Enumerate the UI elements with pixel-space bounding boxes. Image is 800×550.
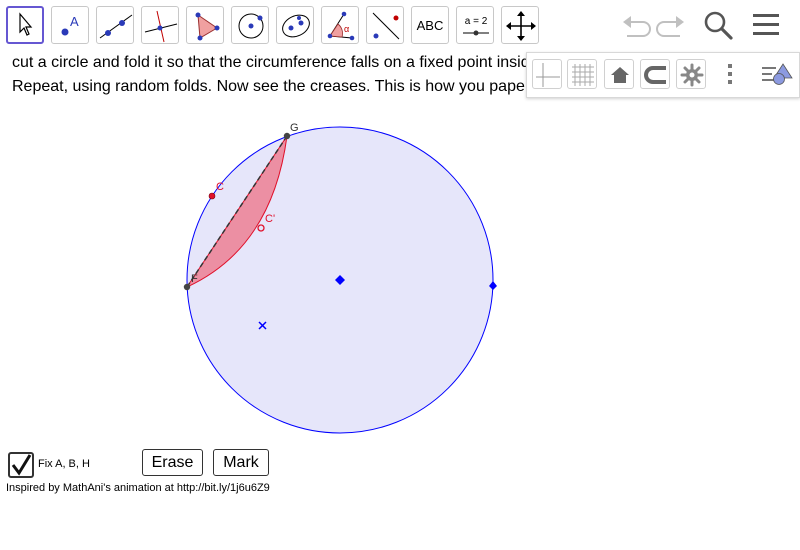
point-capturing-icon [644,66,666,84]
polygon-icon [195,12,220,41]
standard-view-button[interactable] [604,59,634,89]
description-line-2: Repeat, using random folds. Now see the … [12,78,525,95]
line-through-points-icon [99,14,133,39]
axes-toggle-button[interactable] [532,59,562,89]
grid-toggle-button[interactable] [567,59,597,89]
move-arrows-icon [506,11,536,41]
graphics-settings-button[interactable] [676,59,706,89]
circle-tool-button[interactable] [231,6,269,44]
mark-button[interactable]: Mark [213,449,269,476]
axes-icon [536,63,560,87]
point-F[interactable] [183,283,191,291]
home-icon [611,67,629,83]
angle-tool-button[interactable]: α [321,6,359,44]
settings-icon [680,63,704,87]
slider-tool-button[interactable]: a = 2 [456,6,494,44]
erase-button[interactable]: Erase [142,449,203,476]
reflect-tool-button[interactable] [366,6,404,44]
style-bar [526,52,800,98]
fix-checkbox-label: Fix A, B, H [38,458,90,470]
description-line-1: cut a circle and fold it so that the cir… [12,54,530,71]
reflect-about-line-icon [372,12,400,40]
label-G: G [290,122,299,134]
angle-tool-label: α [344,24,349,34]
checkmark-icon [11,454,32,476]
toolbar: A α ABC a = 2 [0,0,800,52]
angle-icon: α [327,11,355,41]
credit-text: Inspired by MathAni's animation at http:… [6,482,270,494]
polygon-tool-button[interactable] [186,6,224,44]
label-C-prime: C' [265,213,275,225]
menu-icon[interactable] [750,10,782,42]
line-tool-button[interactable] [96,6,134,44]
move-graphics-view-tool-button[interactable] [501,6,539,44]
cursor-arrow-icon [19,12,33,36]
fix-checkbox[interactable] [8,452,34,478]
point-tool-label: A [70,14,79,29]
toggle-style-bar-icon[interactable] [759,59,795,89]
label-C: C [216,181,224,193]
point-tool-button[interactable]: A [51,6,89,44]
conic-tool-button[interactable] [276,6,314,44]
move-tool-button[interactable] [6,6,44,44]
text-tool-button[interactable]: ABC [411,6,449,44]
label-F: F [191,273,198,285]
redo-icon[interactable] [656,10,688,42]
point-C[interactable] [208,192,216,200]
ellipse-icon [282,14,310,38]
circle-with-center-icon [238,13,264,39]
perpendicular-line-icon [144,10,178,43]
more-vertical-icon[interactable] [715,59,745,89]
point-capturing-button[interactable] [640,59,670,89]
search-icon[interactable] [703,10,735,42]
slider-tool-label: a = 2 [465,16,488,27]
slider-icon: a = 2 [463,16,489,36]
text-tool-label: ABC [416,17,444,33]
grid-icon [572,64,594,86]
perpendicular-line-tool-button[interactable] [141,6,179,44]
undo-icon[interactable] [619,10,651,42]
point-icon: A [61,14,79,36]
